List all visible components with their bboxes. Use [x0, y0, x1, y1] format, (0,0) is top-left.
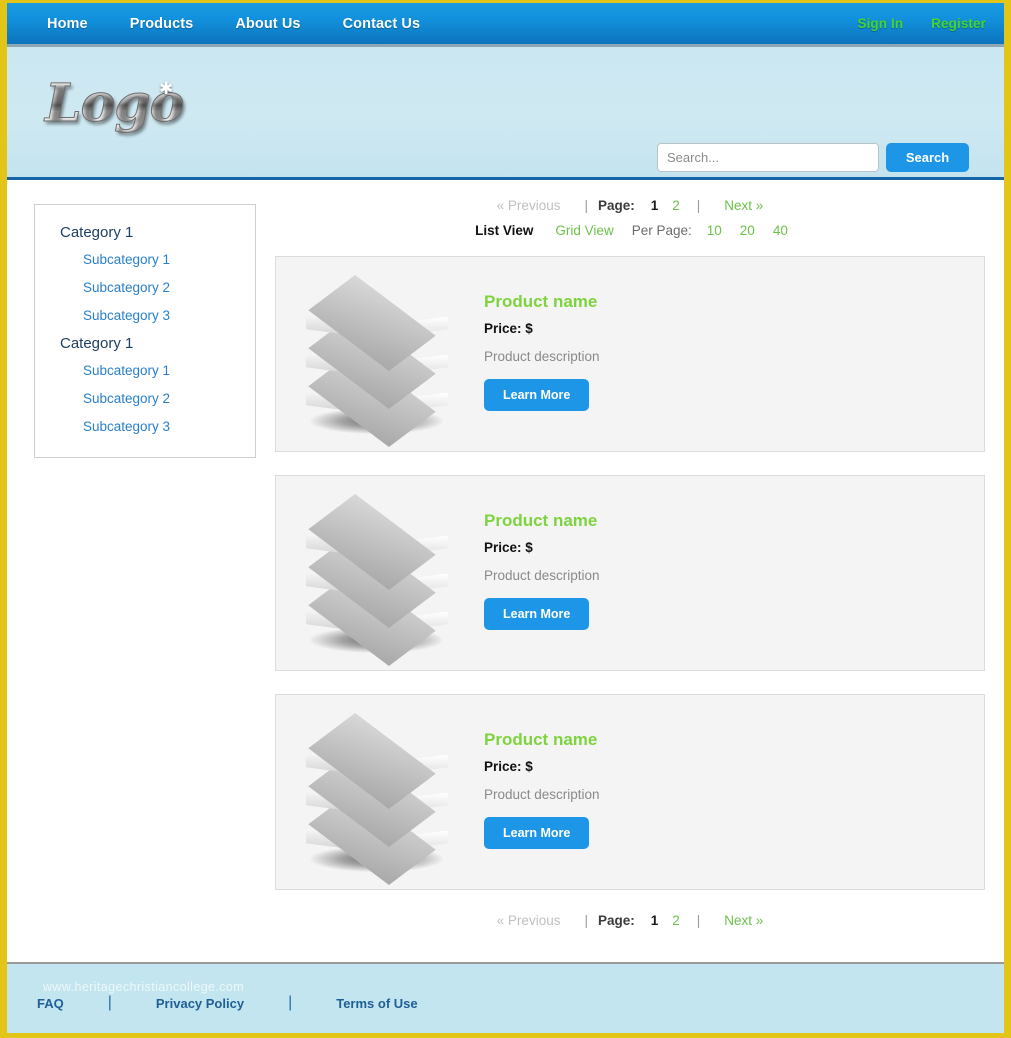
category-heading-1: Category 1	[60, 224, 134, 241]
sidebar-item-subcategory-1-1[interactable]: Subcategory 1	[35, 246, 255, 274]
product-card[interactable]: Product name Price: $ Product descriptio…	[275, 694, 985, 890]
nav-item-about-us[interactable]: About Us	[235, 16, 300, 32]
page-content: Category 1 Subcategory 1 Subcategory 2 S…	[7, 180, 1004, 966]
sidebar-item-subcategory-1-2[interactable]: Subcategory 2	[35, 274, 255, 302]
learn-more-button[interactable]: Learn More	[484, 816, 590, 849]
footer-separator-2: |	[288, 994, 293, 1011]
sidebar-item-subcategory-2-3[interactable]: Subcategory 3	[35, 413, 255, 441]
pagination-separator-right: |	[696, 198, 701, 213]
product-info: Product name Price: $ Product descriptio…	[472, 511, 600, 636]
box-slab-top	[306, 273, 448, 371]
subcategory-link[interactable]: Subcategory 1	[83, 363, 170, 378]
category-heading-2: Category 1	[60, 335, 134, 352]
per-page-option-40[interactable]: 40	[764, 223, 797, 238]
site-logo[interactable]: Logo ✱	[45, 73, 185, 143]
search-form: Search	[657, 143, 969, 172]
main-nav-links: Home Products About Us Contact Us	[47, 16, 420, 32]
sidebar-item-subcategory-2-1[interactable]: Subcategory 1	[35, 357, 255, 385]
search-button[interactable]: Search	[886, 143, 969, 172]
subcategory-link[interactable]: Subcategory 2	[83, 280, 170, 295]
pagination-separator-right: |	[696, 913, 701, 928]
learn-more-button[interactable]: Learn More	[484, 378, 590, 411]
product-card[interactable]: Product name Price: $ Product descriptio…	[275, 256, 985, 452]
stacked-boxes-icon	[282, 486, 472, 666]
product-info: Product name Price: $ Product descriptio…	[472, 730, 600, 855]
footer-link-faq[interactable]: FAQ	[37, 996, 64, 1011]
product-name: Product name	[484, 510, 598, 530]
box-slab-top	[306, 711, 448, 809]
footer-separator-1: |	[107, 994, 112, 1011]
header-banner: Logo ✱ Search	[7, 47, 1004, 180]
pagination-separator-left: |	[584, 913, 588, 928]
pagination-row: « Previous | Page: 1 2 | Next »	[275, 198, 985, 213]
product-description: Product description	[484, 786, 600, 802]
learn-more-button[interactable]: Learn More	[484, 597, 590, 630]
page-label: Page:	[597, 198, 635, 213]
page-frame: Home Products About Us Contact Us Sign I…	[0, 0, 1011, 1038]
product-name: Product name	[484, 291, 598, 311]
product-card[interactable]: Product name Price: $ Product descriptio…	[275, 475, 985, 671]
view-options-row: List View Grid View Per Page: 10 20 40	[275, 223, 985, 238]
product-info: Product name Price: $ Product descriptio…	[472, 292, 600, 417]
product-description: Product description	[484, 348, 600, 364]
page-number-current[interactable]: 1	[644, 198, 666, 213]
per-page-label: Per Page:	[631, 223, 692, 238]
product-description: Product description	[484, 567, 600, 583]
product-listing: « Previous | Page: 1 2 | Next » List Vie…	[275, 198, 985, 928]
subcategory-link[interactable]: Subcategory 1	[83, 252, 170, 267]
previous-page-link-disabled: « Previous	[496, 913, 561, 928]
list-view-toggle[interactable]: List View	[463, 223, 545, 238]
page-footer: www.heritagechristiancollege.com FAQ | P…	[7, 962, 1004, 1033]
next-page-link[interactable]: Next »	[710, 913, 777, 928]
product-price: Price: $	[484, 758, 533, 774]
pagination-separator-left: |	[584, 198, 588, 213]
search-input[interactable]	[657, 143, 879, 172]
stacked-boxes-icon	[282, 267, 472, 447]
nav-item-contact-us[interactable]: Contact Us	[343, 16, 421, 32]
pagination-bottom: « Previous | Page: 1 2 | Next »	[275, 913, 985, 928]
page-number-current[interactable]: 1	[644, 913, 666, 928]
next-page-link[interactable]: Next »	[710, 198, 777, 213]
previous-page-link-disabled: « Previous	[496, 198, 561, 213]
per-page-option-20[interactable]: 20	[731, 223, 764, 238]
pagination-row: « Previous | Page: 1 2 | Next »	[275, 913, 985, 928]
product-price: Price: $	[484, 320, 533, 336]
box-slab-top	[306, 492, 448, 590]
pagination-top: « Previous | Page: 1 2 | Next » List Vie…	[275, 198, 985, 238]
subcategory-link[interactable]: Subcategory 3	[83, 308, 170, 323]
sign-in-link[interactable]: Sign In	[857, 16, 903, 31]
per-page-option-10[interactable]: 10	[698, 223, 731, 238]
grid-view-toggle[interactable]: Grid View	[545, 223, 623, 238]
product-price: Price: $	[484, 539, 533, 555]
top-navigation-bar: Home Products About Us Contact Us Sign I…	[7, 3, 1004, 47]
subcategory-link[interactable]: Subcategory 2	[83, 391, 170, 406]
nav-item-home[interactable]: Home	[47, 16, 88, 32]
product-cards: Product name Price: $ Product descriptio…	[275, 256, 985, 890]
product-name: Product name	[484, 729, 598, 749]
page-number-2[interactable]: 2	[665, 913, 687, 928]
sidebar-item-subcategory-1-3[interactable]: Subcategory 3	[35, 302, 255, 330]
footer-watermark: www.heritagechristiancollege.com	[43, 980, 245, 994]
account-links: Sign In Register	[857, 16, 986, 31]
register-link[interactable]: Register	[931, 16, 986, 31]
footer-links: FAQ | Privacy Policy | Terms of Use	[37, 994, 418, 1012]
footer-link-terms-of-use[interactable]: Terms of Use	[336, 996, 417, 1011]
page-label: Page:	[597, 913, 635, 928]
subcategory-link[interactable]: Subcategory 3	[83, 419, 170, 434]
category-sidebar: Category 1 Subcategory 1 Subcategory 2 S…	[34, 204, 256, 458]
stacked-boxes-icon	[282, 705, 472, 885]
page-number-2[interactable]: 2	[665, 198, 687, 213]
nav-item-products[interactable]: Products	[130, 16, 194, 32]
footer-link-privacy-policy[interactable]: Privacy Policy	[156, 996, 244, 1011]
sidebar-item-subcategory-2-2[interactable]: Subcategory 2	[35, 385, 255, 413]
sparkle-icon: ✱	[159, 79, 174, 98]
